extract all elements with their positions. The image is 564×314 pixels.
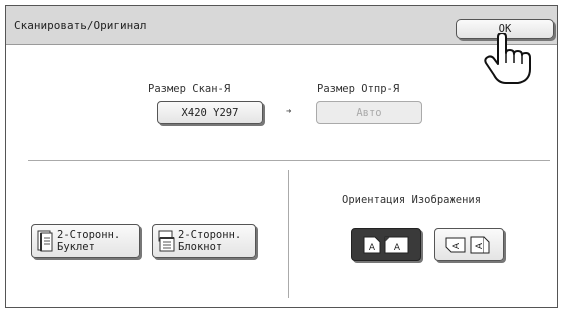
- tablet-label: 2-Сторонн. Блокнот: [178, 229, 242, 253]
- right-arrow-icon: ➜: [286, 107, 292, 117]
- booklet-label: 2-Сторонн. Буклет: [57, 229, 121, 253]
- orientation-landscape-button[interactable]: A A: [434, 228, 504, 261]
- title-bar: Сканировать/Оригинал OK: [6, 6, 557, 45]
- scan-size-label: Размер Скан-Я: [148, 83, 231, 95]
- scan-size-button[interactable]: X420 Y297: [157, 101, 263, 124]
- horizontal-divider: [28, 160, 550, 161]
- svg-text:A: A: [394, 243, 401, 253]
- hand-pointer-icon: [484, 33, 531, 84]
- vertical-divider: [288, 170, 289, 298]
- dialog-frame: Сканировать/Оригинал OK Размер Скан-Я X4…: [5, 5, 558, 308]
- booklet-icon: [37, 230, 53, 252]
- portrait-orientation-icon: A A: [363, 236, 409, 253]
- orientation-portrait-button[interactable]: A A: [351, 228, 421, 261]
- landscape-orientation-icon: A A: [445, 236, 490, 253]
- page-title: Сканировать/Оригинал: [14, 19, 147, 32]
- send-size-label: Размер Отпр-Я: [317, 83, 400, 95]
- duplex-booklet-button[interactable]: 2-Сторонн. Буклет: [31, 224, 140, 258]
- svg-text:A: A: [475, 242, 485, 249]
- send-size-button: Авто: [316, 101, 422, 124]
- svg-text:A: A: [369, 243, 376, 253]
- duplex-tablet-button[interactable]: 2-Сторонн. Блокнот: [152, 224, 256, 258]
- svg-text:A: A: [452, 242, 462, 249]
- tablet-icon: [158, 230, 175, 252]
- orientation-label: Ориентация Изображения: [342, 194, 482, 206]
